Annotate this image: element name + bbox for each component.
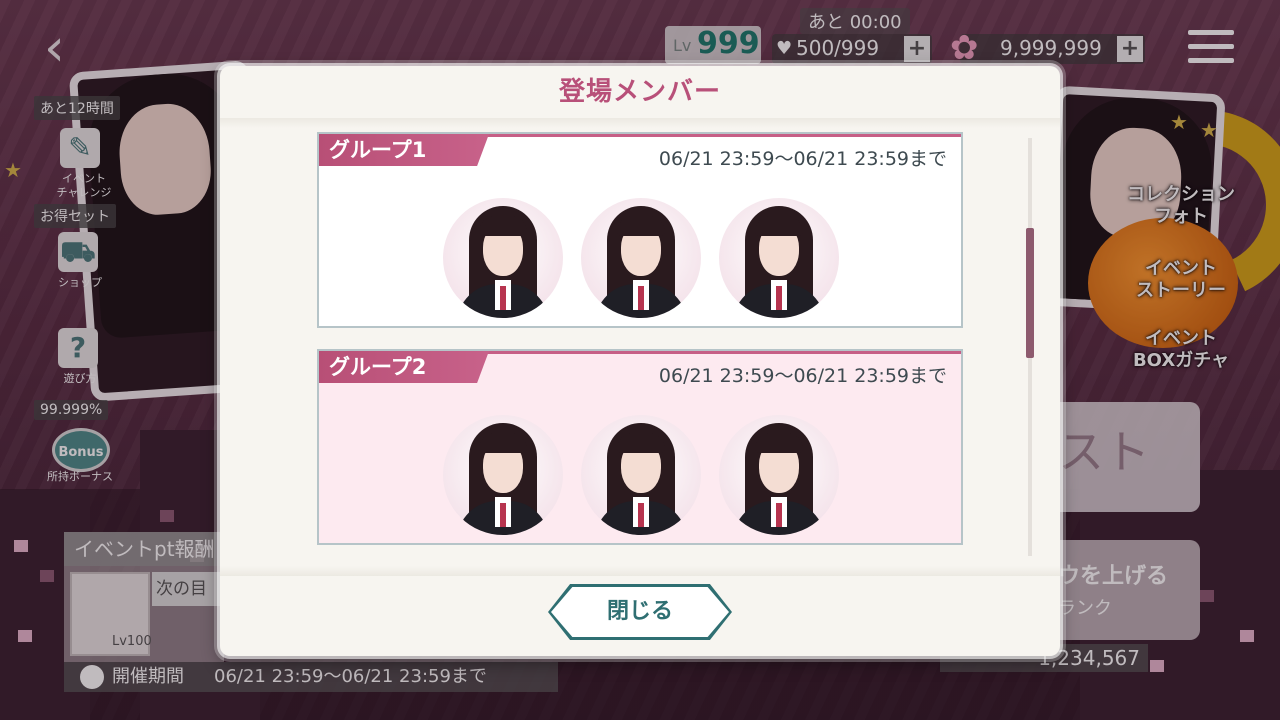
appearing-members-dialog: 登場メンバー グループ1 06/21 23:59〜06/21 23:59まで グ… [220, 66, 1060, 656]
member-avatar[interactable] [581, 415, 701, 535]
group-period: 06/21 23:59〜06/21 23:59まで [658, 365, 947, 387]
dialog-header-divider [220, 118, 1060, 128]
dialog-title: 登場メンバー [558, 77, 721, 107]
member-group-card: グループ1 06/21 23:59〜06/21 23:59まで [317, 132, 963, 328]
member-avatar[interactable] [719, 415, 839, 535]
close-button-label: 閉じる [551, 587, 729, 637]
member-avatar[interactable] [443, 198, 563, 318]
member-avatar[interactable] [581, 198, 701, 318]
member-group-card: グループ2 06/21 23:59〜06/21 23:59まで [317, 349, 963, 545]
dialog-footer-divider [220, 566, 1060, 576]
member-avatar[interactable] [719, 198, 839, 318]
group-name-tab: グループ2 [319, 351, 489, 383]
group-list[interactable]: グループ1 06/21 23:59〜06/21 23:59まで グループ2 06… [220, 128, 1060, 574]
group-name-tab: グループ1 [319, 134, 489, 166]
member-avatar[interactable] [443, 415, 563, 535]
group-period: 06/21 23:59〜06/21 23:59まで [658, 148, 947, 170]
scrollbar-thumb[interactable] [1026, 228, 1034, 358]
close-button[interactable]: 閉じる [548, 584, 732, 640]
